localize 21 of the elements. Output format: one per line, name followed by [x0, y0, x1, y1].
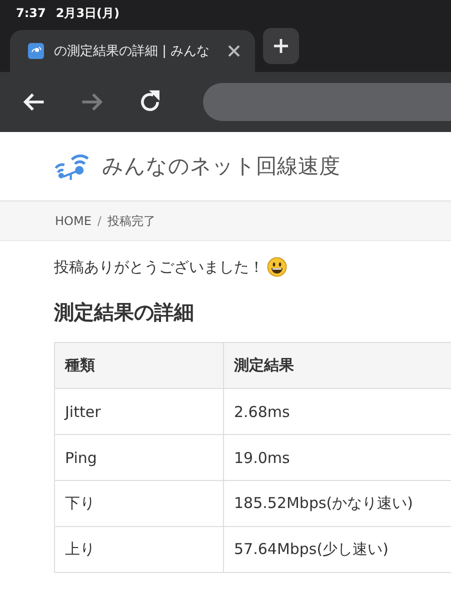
- section-heading: 測定結果の詳細: [54, 299, 195, 326]
- close-icon[interactable]: [227, 44, 241, 58]
- breadcrumb-separator: /: [97, 214, 102, 228]
- tab-title: の測定結果の詳細 | みんな: [54, 43, 211, 60]
- browser-tab[interactable]: の測定結果の詳細 | みんな: [10, 30, 255, 72]
- column-header: 測定結果: [224, 342, 451, 388]
- site-favicon-icon: [28, 43, 44, 59]
- breadcrumb-item: 投稿完了: [107, 212, 156, 230]
- table-cell: 下り: [54, 480, 224, 526]
- table-cell: Jitter: [54, 388, 224, 434]
- smiley-icon: [267, 257, 287, 277]
- status-date: 2月3日(月): [56, 4, 120, 22]
- breadcrumb-item[interactable]: HOME: [55, 214, 92, 228]
- table-cell: 上り: [54, 526, 224, 572]
- thank-you-message: 投稿ありがとうございました！: [54, 258, 264, 276]
- column-header: 種類: [54, 342, 224, 388]
- new-tab-button[interactable]: [263, 28, 299, 64]
- plus-icon: [273, 38, 289, 54]
- site-logo-text[interactable]: みんなのネット回線速度: [102, 152, 340, 180]
- status-time: 7:37: [16, 6, 46, 20]
- table-cell: Ping: [54, 434, 224, 480]
